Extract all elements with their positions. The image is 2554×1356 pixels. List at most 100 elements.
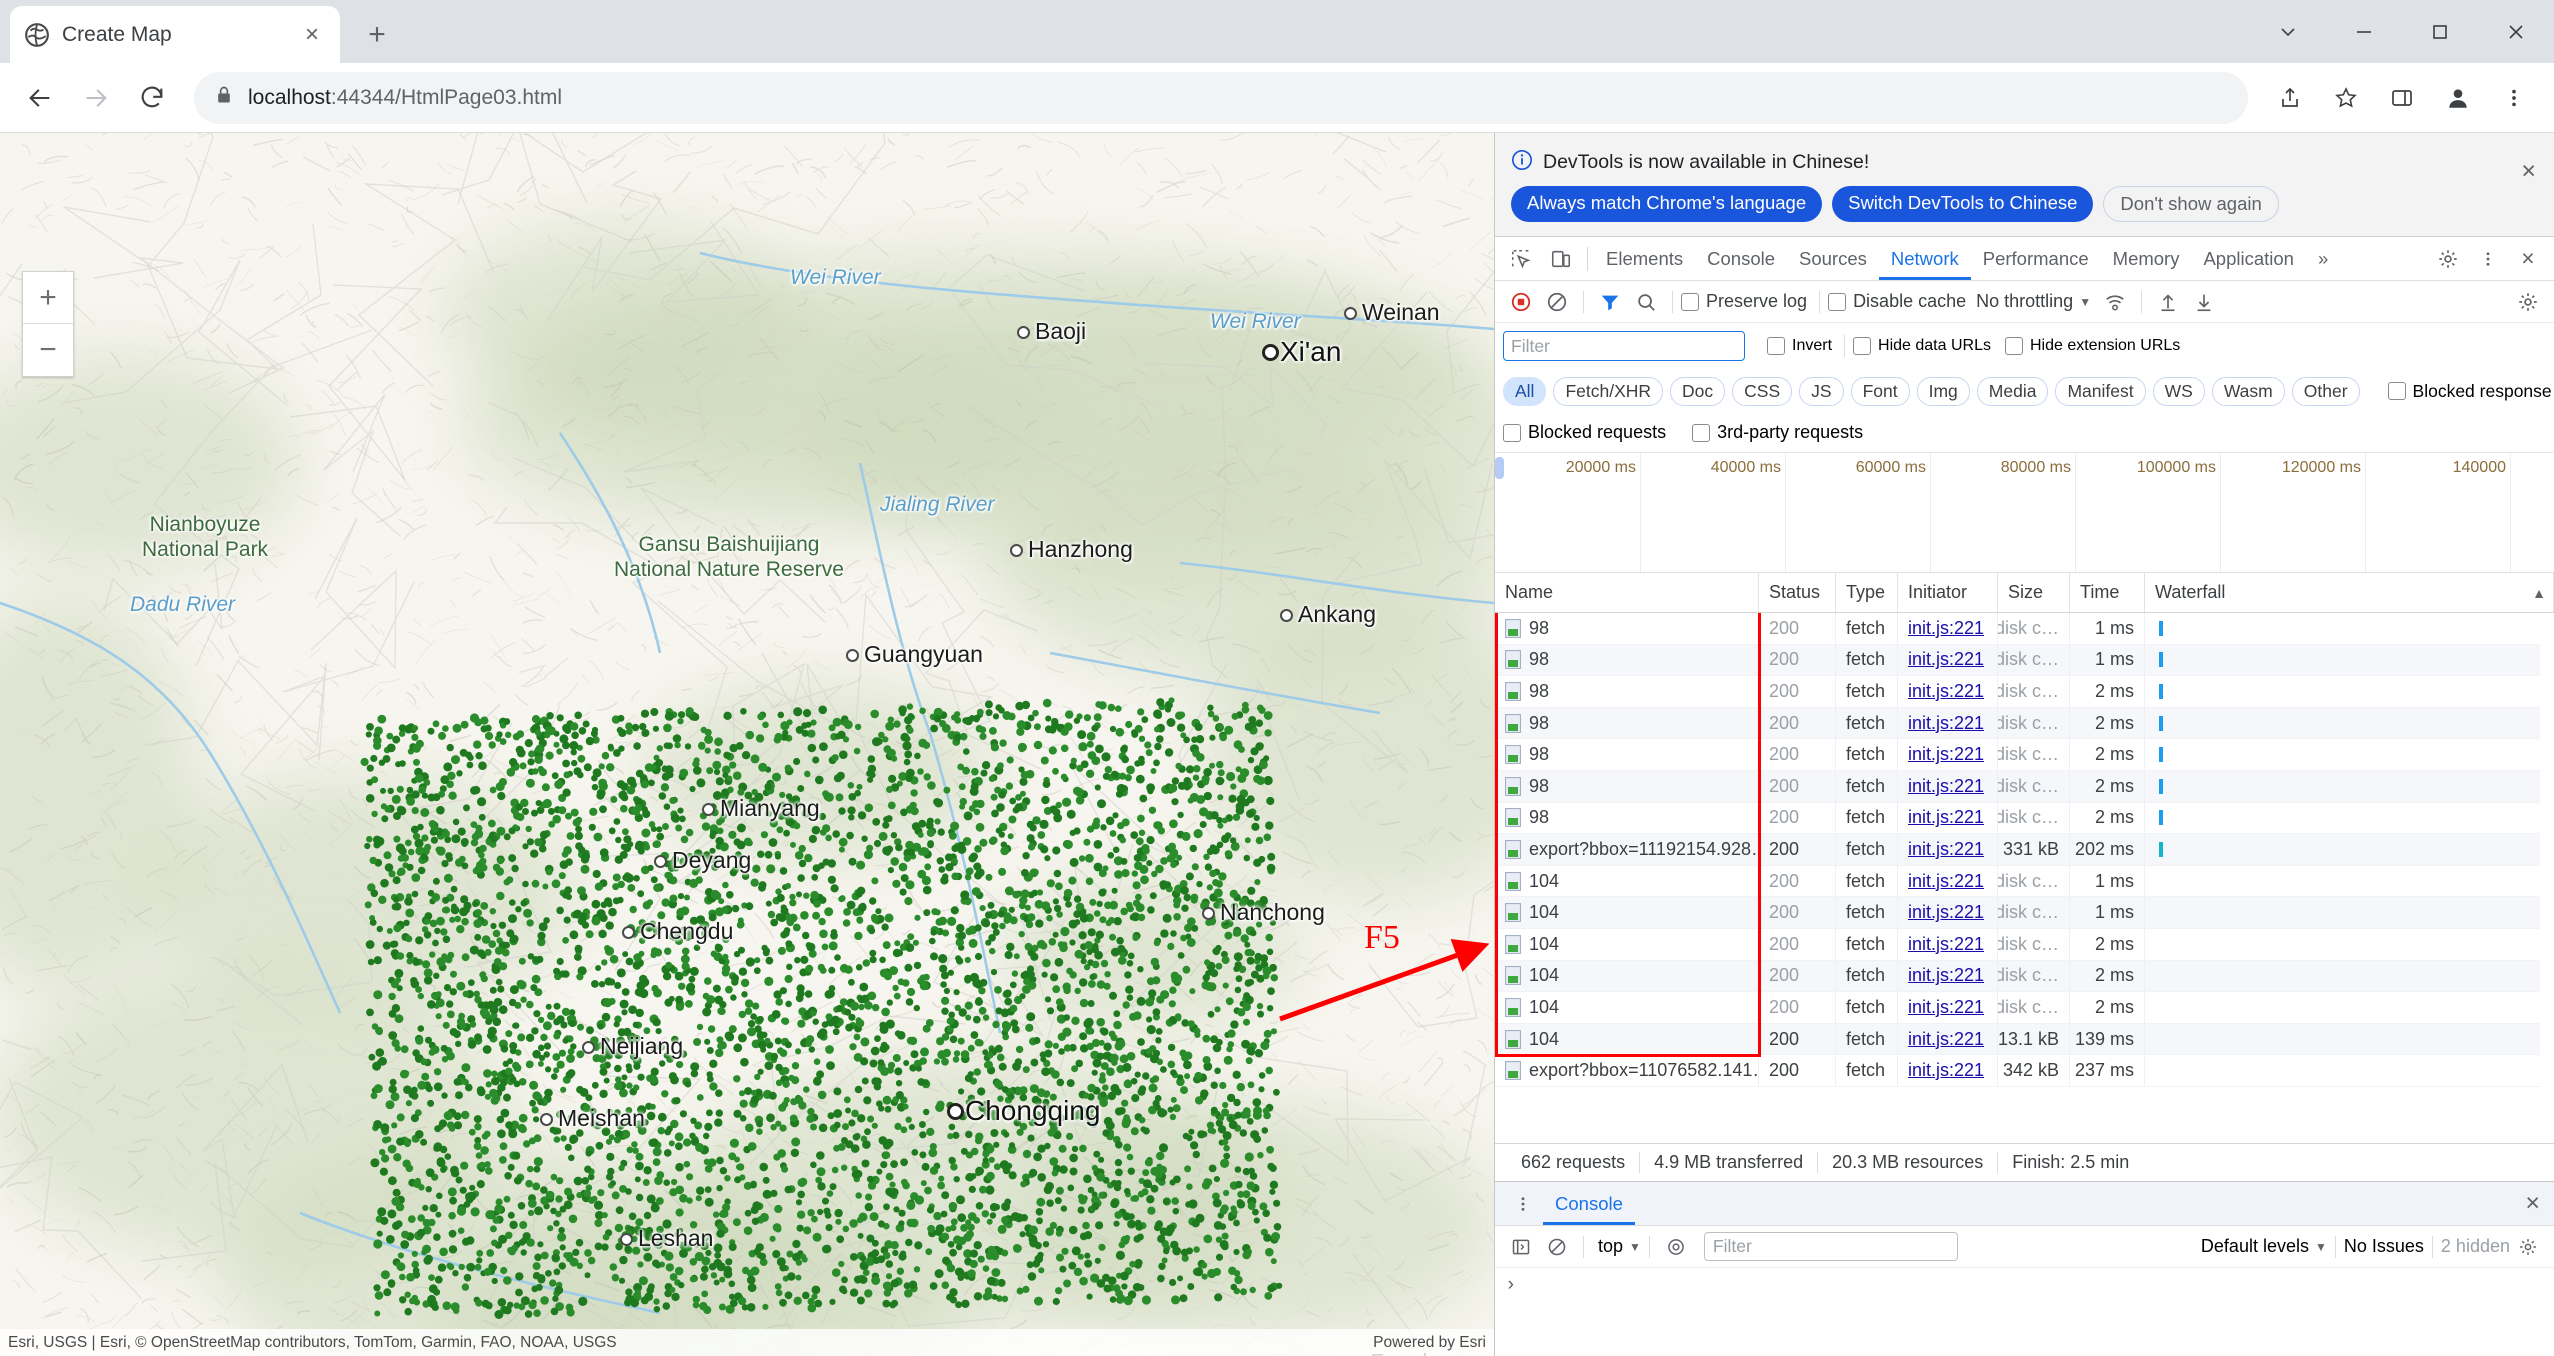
console-levels-select[interactable]: Default levels ▼ — [2201, 1236, 2327, 1257]
show-sidebar-icon[interactable] — [1503, 1229, 1539, 1265]
console-hidden-count[interactable]: 2 hidden — [2441, 1236, 2510, 1257]
back-arrow-icon[interactable] — [14, 72, 66, 124]
reload-icon[interactable] — [126, 72, 178, 124]
preserve-log-checkbox[interactable]: Preserve log — [1681, 291, 1807, 312]
kebab-menu-icon[interactable] — [2488, 72, 2540, 124]
request-name-cell[interactable]: 98 — [1495, 676, 1759, 707]
search-icon[interactable] — [1628, 284, 1664, 320]
gear-icon[interactable] — [2428, 239, 2468, 279]
console-settings-gear-icon[interactable] — [2510, 1229, 2546, 1265]
request-name-cell[interactable]: 104 — [1495, 960, 1759, 992]
type-filter-doc[interactable]: Doc — [1670, 376, 1726, 406]
request-name-cell[interactable]: export?bbox=11192154.928… — [1495, 834, 1759, 865]
browser-tab[interactable]: Create Map × — [10, 6, 340, 63]
drawer-kebab-menu-icon[interactable] — [1503, 1184, 1543, 1224]
network-request-row[interactable]: 104 200 fetch init.js:221 (disk c… 1 ms — [1495, 865, 2554, 898]
column-header-size[interactable]: Size — [1998, 573, 2070, 612]
export-har-icon[interactable] — [2186, 284, 2222, 320]
blocked-requests-checkbox[interactable]: Blocked requests — [1503, 422, 1666, 443]
kebab-menu-icon[interactable] — [2468, 239, 2508, 279]
column-header-initiator[interactable]: Initiator — [1898, 573, 1998, 612]
invert-checkbox[interactable]: Invert — [1767, 337, 1832, 355]
zoom-out-button[interactable]: − — [23, 324, 73, 376]
share-icon[interactable] — [2264, 72, 2316, 124]
console-filter-input[interactable]: Filter — [1703, 1232, 1959, 1261]
request-name-cell[interactable]: 104 — [1495, 897, 1759, 928]
type-filter-fetch-xhr[interactable]: Fetch/XHR — [1553, 376, 1664, 406]
type-filter-ws[interactable]: WS — [2152, 376, 2205, 406]
dont-show-again-button[interactable]: Don't show again — [2103, 186, 2279, 222]
maximize-icon[interactable] — [2402, 0, 2478, 63]
profile-avatar-icon[interactable] — [2432, 72, 2484, 124]
notice-close-icon[interactable]: × — [2521, 159, 2536, 184]
hide-data-urls-checkbox[interactable]: Hide data URLs — [1853, 337, 1991, 355]
type-filter-font[interactable]: Font — [1850, 376, 1910, 406]
inspect-element-icon[interactable] — [1501, 239, 1541, 279]
network-request-row[interactable]: 98 200 fetch init.js:221 (disk c… 2 ms — [1495, 739, 2554, 771]
table-scrollbar[interactable] — [2540, 613, 2554, 1143]
console-context-select[interactable]: top ▼ — [1598, 1236, 1641, 1257]
throttling-select[interactable]: No throttling ▼ — [1976, 291, 2091, 312]
more-tabs-button[interactable]: » — [2306, 237, 2340, 280]
network-request-row[interactable]: 104 200 fetch init.js:221 (disk c… 1 ms — [1495, 897, 2554, 929]
network-settings-gear-icon[interactable] — [2510, 284, 2546, 320]
drawer-tab-console[interactable]: Console — [1543, 1182, 1635, 1225]
column-header-time[interactable]: Time — [2070, 573, 2145, 612]
type-filter-all[interactable]: All — [1503, 376, 1547, 406]
clear-console-icon[interactable] — [1539, 1229, 1575, 1265]
network-conditions-icon[interactable] — [2097, 284, 2133, 320]
clear-icon[interactable] — [1539, 284, 1575, 320]
request-name-cell[interactable]: 104 — [1495, 865, 1759, 897]
network-overview-timeline[interactable]: 20000 ms 40000 ms 60000 ms 80000 ms 100000 m… — [1495, 453, 2554, 573]
blocked-response-cookies-checkbox[interactable]: Blocked response cookies — [2387, 381, 2554, 402]
type-filter-js[interactable]: JS — [1799, 376, 1844, 406]
hide-extension-urls-checkbox[interactable]: Hide extension URLs — [2004, 337, 2180, 355]
network-request-row[interactable]: 98 200 fetch init.js:221 (disk c… 2 ms — [1495, 802, 2554, 835]
tab-application[interactable]: Application — [2191, 237, 2306, 280]
star-icon[interactable] — [2320, 72, 2372, 124]
request-name-cell[interactable]: export?bbox=11076582.141… — [1495, 1055, 1759, 1086]
network-request-row[interactable]: 104 200 fetch init.js:221 (disk c… 2 ms — [1495, 992, 2554, 1024]
tab-close-icon[interactable]: × — [298, 21, 326, 49]
type-filter-other[interactable]: Other — [2291, 376, 2360, 406]
devtools-close-icon[interactable]: × — [2508, 239, 2548, 279]
network-filter-input[interactable]: Filter — [1503, 331, 1745, 361]
third-party-requests-checkbox[interactable]: 3rd-party requests — [1692, 422, 1863, 443]
request-name-cell[interactable]: 104 — [1495, 992, 1759, 1023]
column-header-waterfall[interactable]: Waterfall — [2145, 573, 2554, 612]
network-request-row[interactable]: 104 200 fetch init.js:221 (disk c… 2 ms — [1495, 928, 2554, 961]
import-har-icon[interactable] — [2150, 284, 2186, 320]
switch-devtools-to-chinese-button[interactable]: Switch DevTools to Chinese — [1832, 186, 2094, 222]
request-name-cell[interactable]: 98 — [1495, 644, 1759, 676]
column-header-status[interactable]: Status — [1759, 573, 1836, 612]
forward-arrow-icon[interactable] — [70, 72, 122, 124]
network-request-table[interactable]: 98 200 fetch init.js:221 (disk c… 1 ms 98 200 fe… — [1495, 613, 2554, 1143]
tab-performance[interactable]: Performance — [1971, 237, 2101, 280]
network-request-row[interactable]: 98 200 fetch init.js:221 (disk c… 2 ms — [1495, 676, 2554, 708]
network-request-row[interactable]: export?bbox=11192154.928… 200 fetch init.js… — [1495, 834, 2554, 866]
tab-elements[interactable]: Elements — [1594, 237, 1695, 280]
minimize-icon[interactable] — [2326, 0, 2402, 63]
request-name-cell[interactable]: 98 — [1495, 802, 1759, 834]
request-name-cell[interactable]: 98 — [1495, 613, 1759, 644]
filter-funnel-icon[interactable] — [1592, 284, 1628, 320]
tab-network[interactable]: Network — [1879, 237, 1971, 280]
map-view[interactable]: + − Wei River Wei River Baoji Weinan Xi'an Ji… — [0, 133, 1494, 1356]
tab-memory[interactable]: Memory — [2101, 237, 2192, 280]
console-prompt[interactable]: › — [1495, 1268, 2554, 1356]
network-request-row[interactable]: 98 200 fetch init.js:221 (disk c… 2 ms — [1495, 707, 2554, 740]
type-filter-manifest[interactable]: Manifest — [2055, 376, 2146, 406]
column-header-type[interactable]: Type — [1836, 573, 1898, 612]
sort-indicator-icon[interactable]: ▲ — [2532, 585, 2546, 601]
tab-console[interactable]: Console — [1695, 237, 1787, 280]
overview-range-handle[interactable] — [1495, 457, 1504, 479]
request-name-cell[interactable]: 104 — [1495, 1023, 1759, 1055]
network-request-row[interactable]: 98 200 fetch init.js:221 (disk c… 2 ms — [1495, 770, 2554, 803]
tab-sources[interactable]: Sources — [1787, 237, 1879, 280]
chevron-down-icon[interactable] — [2250, 0, 2326, 63]
type-filter-css[interactable]: CSS — [1732, 376, 1793, 406]
new-tab-button[interactable]: + — [354, 12, 400, 58]
request-name-cell[interactable]: 104 — [1495, 928, 1759, 960]
device-toolbar-icon[interactable] — [1541, 239, 1581, 279]
disable-cache-checkbox[interactable]: Disable cache — [1828, 291, 1966, 312]
